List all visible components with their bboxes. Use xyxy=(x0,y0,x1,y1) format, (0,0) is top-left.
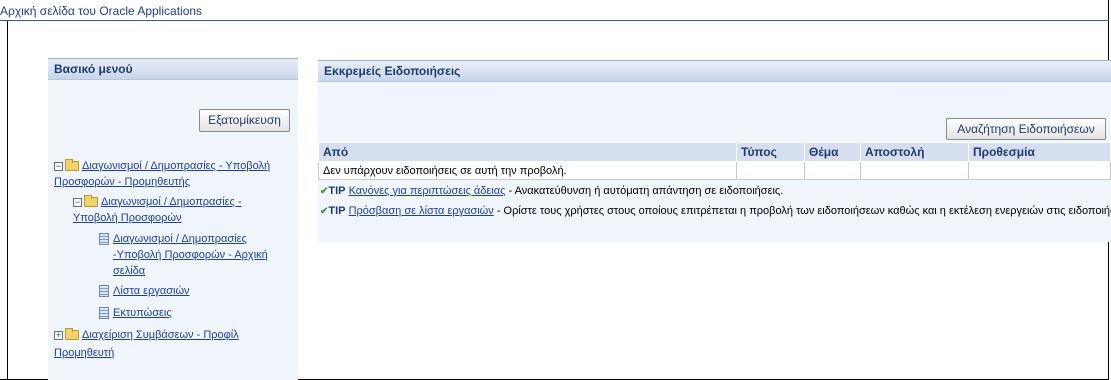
column-header-sent[interactable]: Αποστολή xyxy=(860,142,969,162)
tree-item-prints[interactable]: Εκτυπώσεις xyxy=(99,307,172,320)
tree-item-contracts[interactable]: + Διαχείριση Συμβάσεων - Προφίλ xyxy=(54,328,239,341)
folder-icon xyxy=(65,328,79,341)
personalize-button[interactable]: Εξατομίκευση xyxy=(199,109,290,132)
vacation-rules-link[interactable]: Κανόνες για περιπτώσεις άδειας xyxy=(349,185,506,197)
left-border xyxy=(7,21,8,380)
column-header-from[interactable]: Από xyxy=(318,142,737,162)
table-row: Δεν υπάρχουν ειδοποιήσεις σε αυτή την πρ… xyxy=(318,161,1111,180)
column-header-type[interactable]: Τύπος xyxy=(736,142,805,162)
document-icon xyxy=(99,233,109,246)
tree-link[interactable]: Διαγωνισμοί / Δημοπρασίες - xyxy=(101,196,242,208)
tree-link-cont[interactable]: σελίδα xyxy=(113,265,145,277)
empty-message: Δεν υπάρχουν ειδοποιήσεις σε αυτή την πρ… xyxy=(318,161,737,180)
folder-icon xyxy=(65,159,79,172)
main-menu-panel: Βασικό μενού Εξατομίκευση − Διαγωνισμοί /… xyxy=(48,58,298,380)
tip-worklist-access: ✔TIP Πρόσβαση σε λίστα εργασιών - Ορίστε… xyxy=(320,205,1111,217)
column-header-due[interactable]: Προθεσμία xyxy=(968,142,1111,162)
tree-link[interactable]: Λίστα εργασιών xyxy=(113,285,190,297)
tip-vacation-rules: ✔TIP Κανόνες για περιπτώσεις άδειας - Αν… xyxy=(320,185,783,197)
title-divider xyxy=(0,20,1109,21)
tree-link-cont[interactable]: Υποβολή Προσφορών xyxy=(73,212,182,224)
tree-item-sourcing-home[interactable]: Διαγωνισμοί / Δημοπρασίες xyxy=(99,233,247,246)
page-title: Αρχική σελίδα του Oracle Applications xyxy=(0,4,203,18)
main-menu-header: Βασικό μενού xyxy=(48,58,298,80)
notifications-header: Εκκρεμείς Ειδοποιήσεις xyxy=(318,60,1111,82)
tree-link-cont[interactable]: Προσφορών - Προμηθευτής xyxy=(54,176,190,188)
tree-item-sourcing-supplier[interactable]: − Διαγωνισμοί / Δημοπρασίες - Υποβολή xyxy=(54,159,270,172)
expand-icon[interactable]: + xyxy=(54,330,63,340)
notifications-table: Από Τύπος Θέμα Αποστολή Προθεσμία Δεν υπ… xyxy=(318,142,1111,180)
tree-item-worklist[interactable]: Λίστα εργασιών xyxy=(99,285,190,298)
notifications-panel: Εκκρεμείς Ειδοποιήσεις Αναζήτηση Ειδοποι… xyxy=(318,60,1111,242)
tip-label: TIP xyxy=(328,185,346,197)
tree-link[interactable]: Διαχείριση Συμβάσεων - Προφίλ xyxy=(82,329,239,341)
collapse-icon[interactable]: − xyxy=(73,197,82,207)
tree-link[interactable]: Εκτυπώσεις xyxy=(113,307,172,319)
worklist-access-link[interactable]: Πρόσβαση σε λίστα εργασιών xyxy=(349,205,494,217)
collapse-icon[interactable]: − xyxy=(54,161,63,171)
tree-link-cont[interactable]: -Υποβολή Προσφορών - Αρχική xyxy=(113,249,268,261)
search-notifications-button[interactable]: Αναζήτηση Ειδοποιήσεων xyxy=(946,118,1106,140)
folder-icon xyxy=(84,195,98,208)
tree-link-cont[interactable]: Προμηθευτή xyxy=(54,347,114,359)
tree-item-sourcing-bids[interactable]: − Διαγωνισμοί / Δημοπρασίες - xyxy=(73,195,242,208)
tree-link[interactable]: Διαγωνισμοί / Δημοπρασίες xyxy=(113,233,247,245)
tree-link[interactable]: Διαγωνισμοί / Δημοπρασίες - Υποβολή xyxy=(82,160,270,172)
document-icon xyxy=(99,285,109,298)
column-header-subject[interactable]: Θέμα xyxy=(804,142,861,162)
document-icon xyxy=(99,307,109,320)
tip-text: - Ορίστε τους χρήστες στους οποίους επιτ… xyxy=(493,205,1111,217)
tip-text: - Ανακατεύθυνση ή αυτόματη απάντηση σε ε… xyxy=(505,185,784,197)
tip-label: TIP xyxy=(328,205,346,217)
